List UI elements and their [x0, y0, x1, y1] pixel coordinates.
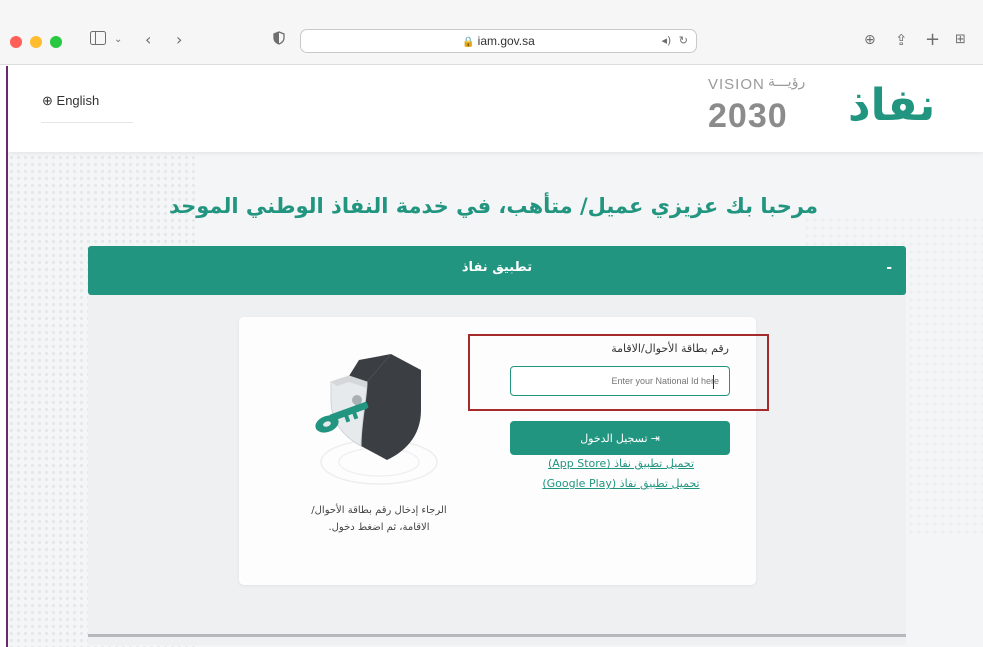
- minimize-window-button[interactable]: [30, 36, 42, 48]
- panel-bottom-edge: [88, 634, 906, 637]
- site-header: ⊕ English VISION رؤيـــة 2030 نفاذ: [8, 66, 983, 152]
- back-icon[interactable]: ‹: [145, 30, 151, 50]
- share-icon[interactable]: ⇪: [895, 30, 908, 50]
- zoom-window-button[interactable]: [50, 36, 62, 48]
- new-tab-icon[interactable]: +: [925, 30, 940, 50]
- vision-year: 2030: [708, 97, 788, 135]
- close-window-button[interactable]: [10, 36, 22, 48]
- key-shield-illustration-icon: [315, 354, 438, 485]
- url-text: iam.gov.sa: [477, 34, 535, 48]
- reload-icon[interactable]: ↻: [679, 34, 688, 47]
- tab-overview-icon[interactable]: ⊞: [955, 30, 966, 50]
- language-divider: [41, 122, 133, 123]
- vision-arabic-text: رؤيـــة: [768, 74, 806, 90]
- vision-2030-logo: VISION رؤيـــة 2030: [708, 74, 818, 136]
- shield-icon[interactable]: [273, 30, 285, 50]
- sidebar-icon[interactable]: [90, 30, 106, 50]
- login-icon: ⇥: [650, 432, 660, 445]
- login-button[interactable]: ⇥ تسجيل الدخول: [510, 421, 730, 455]
- lock-icon: 🔒: [462, 37, 475, 48]
- vision-text: VISION: [708, 76, 765, 93]
- google-play-link[interactable]: تحميل تطبيق نفاذ (Google Play): [511, 477, 731, 490]
- chevron-down-icon[interactable]: ⌄: [114, 30, 122, 50]
- forward-icon[interactable]: ›: [176, 30, 182, 50]
- app-store-link[interactable]: تحميل تطبيق نفاذ (App Store): [511, 457, 731, 470]
- panel-title: تطبيق نفاذ: [461, 260, 533, 275]
- page-viewport: ⊕ English VISION رؤيـــة 2030 نفاذ مرحبا…: [8, 66, 983, 647]
- input-highlight-box: [468, 334, 769, 411]
- globe-icon: ⊕: [42, 93, 53, 108]
- language-link[interactable]: ⊕ English: [42, 93, 99, 109]
- nafath-logo[interactable]: نفاذ: [848, 76, 935, 136]
- page-title: مرحبا بك عزيزي عميل/ متأهب، في خدمة النف…: [168, 194, 818, 218]
- address-bar[interactable]: 🔒 iam.gov.sa ◂) ↻: [300, 29, 697, 53]
- nafath-app-panel-header[interactable]: تطبيق نفاذ -: [88, 246, 906, 295]
- audio-icon[interactable]: ◂): [661, 34, 671, 47]
- collapse-icon[interactable]: -: [886, 260, 892, 276]
- login-card: رقم بطاقة الأحوال/الاقامة ⇥ تسجيل الدخول…: [239, 317, 769, 585]
- browser-toolbar: ⌄ ‹ › 🔒 iam.gov.sa ◂) ↻ ⊕ ⇪ + ⊞: [0, 0, 983, 65]
- login-hint: الرجاء إدخال رقم بطاقة الأحوال/ الاقامة،…: [311, 505, 447, 533]
- download-icon[interactable]: ⊕: [864, 30, 876, 50]
